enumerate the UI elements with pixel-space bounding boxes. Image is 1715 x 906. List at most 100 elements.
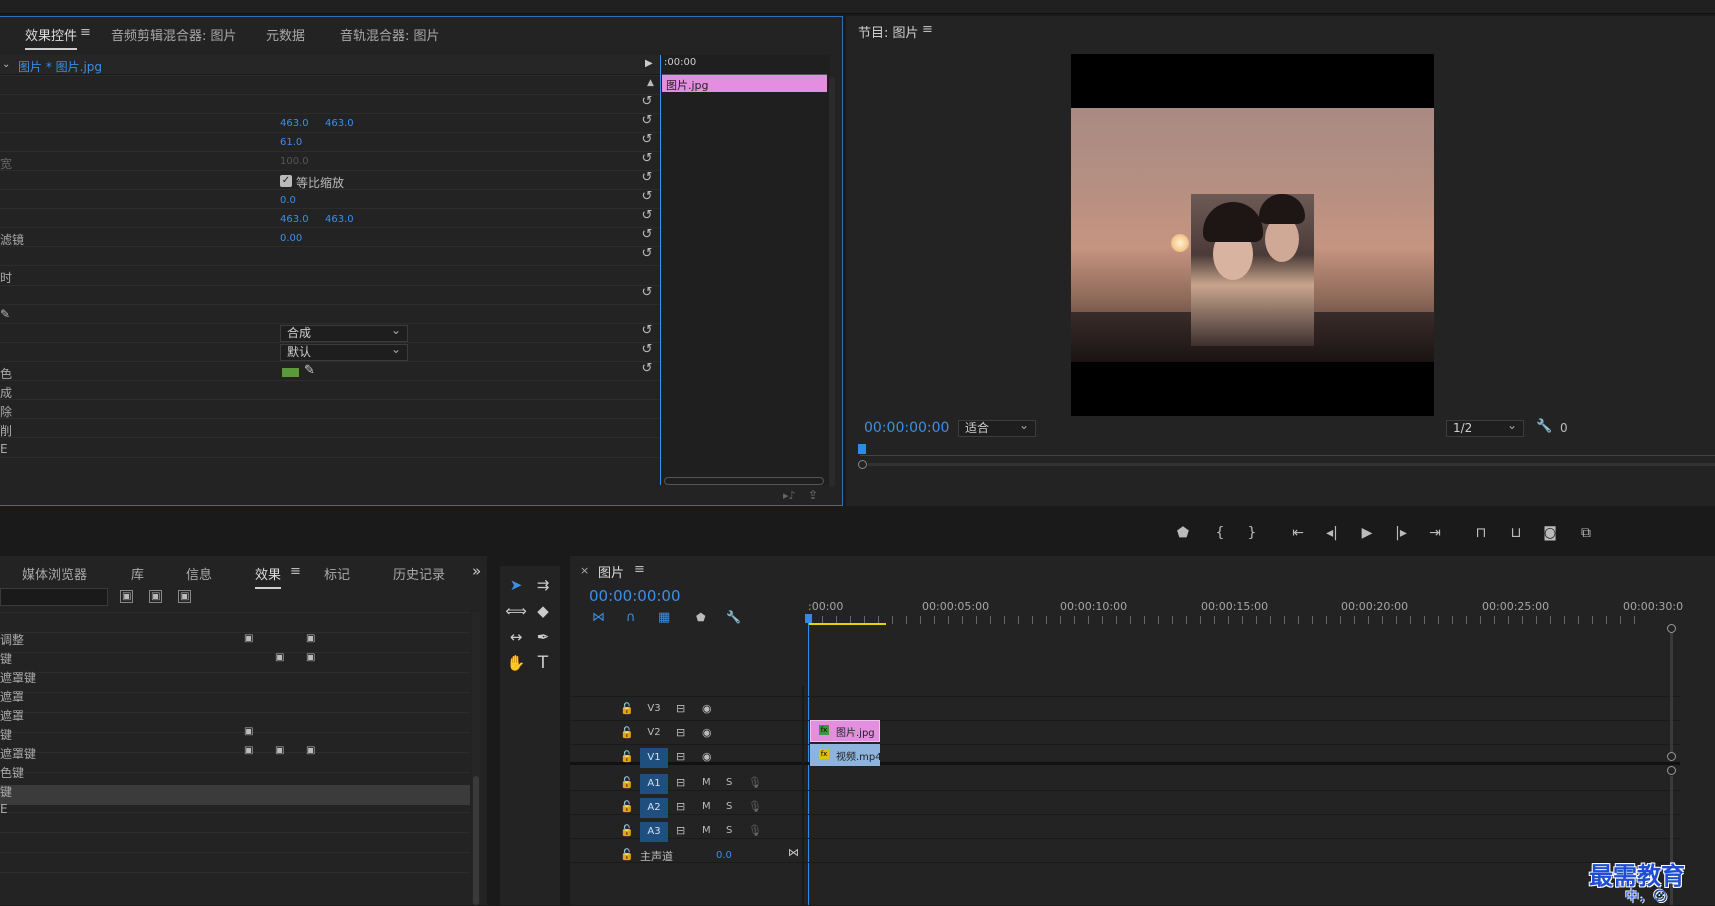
tab-effects[interactable]: 效果 (255, 564, 282, 589)
reset-icon[interactable]: ↺ (640, 95, 654, 109)
eye-icon[interactable]: ◉ (702, 702, 712, 715)
mute-button[interactable]: M (702, 801, 711, 812)
sync-lock-icon[interactable]: ⊟ (676, 702, 685, 715)
fit-dropdown[interactable]: 适合 (958, 418, 1036, 437)
chevron-down-icon[interactable]: ⌄ (2, 59, 10, 70)
program-monitor-title[interactable]: 节目: 图片 (858, 22, 919, 41)
tab-audio-clip-mixer[interactable]: 音频剪辑混合器: 图片 (111, 25, 237, 44)
wrench-icon[interactable]: 🔧 (1536, 419, 1552, 434)
tab-history[interactable]: 历史记录 (393, 564, 445, 583)
eye-icon[interactable]: ◉ (702, 750, 712, 763)
step-back-icon[interactable]: ◂| (1323, 525, 1341, 541)
list-item[interactable]: 遮罩 (0, 688, 24, 705)
menu-icon[interactable]: ≡ (922, 22, 933, 37)
yuv-effects-icon[interactable]: ▣ (178, 590, 192, 603)
list-item[interactable]: 键 (0, 726, 12, 743)
tab-audio-track-mixer[interactable]: 音轨混合器: 图片 (340, 25, 440, 44)
default-dropdown[interactable]: 默认 (280, 342, 408, 361)
audio-zoom-handle[interactable] (1667, 766, 1676, 775)
reset-icon[interactable]: ↺ (640, 286, 654, 300)
scale-value[interactable]: 61.0 (280, 137, 302, 148)
reset-icon[interactable]: ↺ (640, 133, 654, 147)
pen-tool-icon[interactable]: ✒ (532, 626, 554, 648)
sync-lock-icon[interactable]: ⊟ (676, 726, 685, 739)
pen-icon[interactable]: ✎ (0, 307, 10, 321)
eye-icon[interactable]: ◉ (702, 726, 712, 739)
track-target-v1[interactable]: V1 (640, 748, 668, 768)
mic-icon[interactable]: 🎙 (748, 776, 762, 789)
playhead[interactable] (858, 444, 866, 454)
h-scroll[interactable] (664, 477, 824, 485)
jump-end-icon[interactable]: ⋈ (788, 846, 799, 859)
type-tool-icon[interactable]: T (532, 652, 554, 674)
tab-info[interactable]: 信息 (186, 564, 212, 583)
list-item[interactable]: 键 (0, 650, 12, 667)
selected-row[interactable] (0, 785, 470, 805)
extract-icon[interactable]: ⊔ (1507, 525, 1525, 541)
sync-lock-icon[interactable]: ⊟ (676, 824, 685, 837)
zoom-scroll-bar[interactable] (868, 463, 1715, 466)
anti-flicker-value[interactable]: 0.00 (280, 233, 302, 244)
slip-tool-icon[interactable]: ↔ (505, 626, 527, 648)
ripple-edit-tool-icon[interactable]: ⟺ (505, 600, 527, 622)
lock-icon[interactable]: 🔓 (620, 800, 634, 813)
mark-in-icon[interactable]: { (1211, 525, 1229, 541)
razor-tool-icon[interactable]: ◆ (532, 600, 554, 622)
lift-icon[interactable]: ⊓ (1472, 525, 1490, 541)
menu-icon[interactable]: ≡ (80, 25, 91, 40)
reset-icon[interactable]: ↺ (640, 190, 654, 204)
more-panels-icon[interactable]: » (472, 562, 481, 580)
sync-lock-icon[interactable]: ⊟ (676, 750, 685, 763)
eyedropper-icon[interactable]: ✎ (304, 363, 315, 378)
selection-tool-icon[interactable]: ➤ (505, 574, 527, 596)
effects-scrollbar-thumb[interactable] (473, 776, 479, 905)
solo-button[interactable]: S (726, 777, 732, 788)
mic-icon[interactable]: 🎙 (748, 800, 762, 813)
menu-icon[interactable]: ≡ (634, 562, 645, 577)
tab-metadata[interactable]: 元数据 (266, 25, 305, 44)
effects-search-input[interactable] (0, 588, 108, 606)
program-ruler[interactable] (860, 446, 1715, 456)
mark-out-icon[interactable]: } (1243, 525, 1261, 541)
position-y-value[interactable]: 463.0 (325, 118, 354, 129)
filter-icon[interactable]: ▸♪ (783, 489, 796, 502)
tab-effect-controls[interactable]: 效果控件 (25, 25, 78, 50)
sync-lock-icon[interactable]: ⊟ (676, 776, 685, 789)
go-to-out-icon[interactable]: ⇥ (1426, 525, 1444, 541)
reset-icon[interactable]: ↺ (640, 228, 654, 242)
lock-icon[interactable]: 🔓 (620, 726, 634, 739)
menu-icon[interactable]: ≡ (290, 564, 301, 579)
reset-icon[interactable]: ↺ (640, 171, 654, 185)
add-marker-icon[interactable]: ▦ (658, 610, 670, 625)
timeline-playhead[interactable] (805, 614, 812, 623)
track-target-a2[interactable]: A2 (640, 798, 668, 818)
position-x-value[interactable]: 463.0 (280, 118, 309, 129)
track-target-a3[interactable]: A3 (640, 822, 668, 842)
tab-markers[interactable]: 标记 (324, 564, 350, 583)
export-icon[interactable]: ⇪ (808, 488, 818, 502)
anchor-y-value[interactable]: 463.0 (325, 214, 354, 225)
zoom-scroll-handle[interactable] (858, 460, 867, 469)
tab-media-browser[interactable]: 媒体浏览器 (22, 564, 87, 583)
blend-mode-dropdown[interactable]: 合成 (280, 323, 408, 342)
tab-library[interactable]: 库 (131, 564, 144, 583)
mute-button[interactable]: M (702, 777, 711, 788)
list-item[interactable]: 遮罩键 (0, 745, 36, 762)
work-area-bar[interactable] (808, 623, 886, 625)
lock-icon[interactable]: 🔓 (620, 750, 634, 763)
ruler-ticks[interactable] (808, 616, 1643, 624)
zoom-handle-top[interactable] (1667, 624, 1676, 633)
master-volume-value[interactable]: 0.0 (716, 850, 732, 861)
mic-icon[interactable]: 🎙 (748, 824, 762, 837)
clip-header-label[interactable]: 图片 * 图片.jpg (18, 58, 102, 75)
program-timecode[interactable]: 00:00:00:00 (864, 420, 949, 436)
list-item[interactable]: 键 (0, 783, 12, 800)
sync-lock-icon[interactable]: ⊟ (676, 800, 685, 813)
anchor-x-value[interactable]: 463.0 (280, 214, 309, 225)
mini-timeline-scrollbar[interactable] (829, 77, 835, 487)
32bit-effects-icon[interactable]: ▣ (149, 590, 163, 603)
marker-icon[interactable]: ⬟ (1174, 525, 1192, 541)
lock-icon[interactable]: 🔓 (620, 702, 634, 715)
lock-icon[interactable]: 🔓 (620, 824, 634, 837)
go-to-in-icon[interactable]: ⇤ (1289, 525, 1307, 541)
